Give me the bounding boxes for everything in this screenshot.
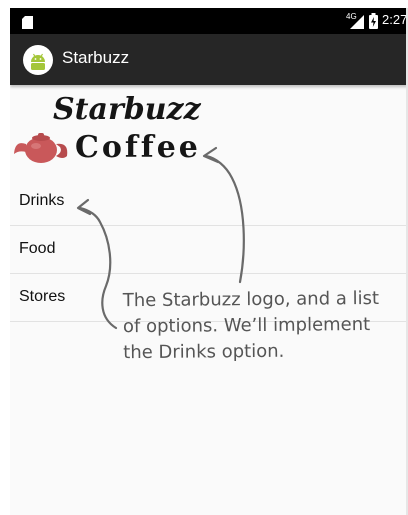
list-item-label: Drinks — [19, 192, 65, 209]
status-bar: 4G 2:27 — [10, 8, 408, 34]
sd-card-icon — [22, 14, 33, 33]
signal-icon — [350, 14, 364, 33]
teapot-icon — [13, 132, 71, 168]
app-title: Starbuzz — [62, 48, 130, 67]
status-clock: 2:27 — [382, 12, 408, 27]
list-item-food[interactable]: Food — [10, 226, 408, 274]
starbuzz-logo: Starbuzz Coffee — [13, 88, 213, 174]
android-icon[interactable] — [23, 45, 53, 75]
list-item-label: Food — [19, 240, 56, 257]
battery-charging-icon — [369, 13, 378, 33]
annotation-text: The Starbuzz logo, and a list of options… — [122, 287, 380, 364]
logo-text-coffee: Coffee — [75, 130, 201, 165]
list-item-label: Stores — [19, 288, 66, 305]
list-item-drinks[interactable]: Drinks — [10, 178, 408, 226]
phone-screen: 4G 2:27 Starbuzz Starbuzz Coffee Drinks … — [10, 8, 408, 515]
logo-text-starbuzz: Starbuzz — [53, 92, 201, 127]
action-bar: Starbuzz — [10, 34, 408, 85]
